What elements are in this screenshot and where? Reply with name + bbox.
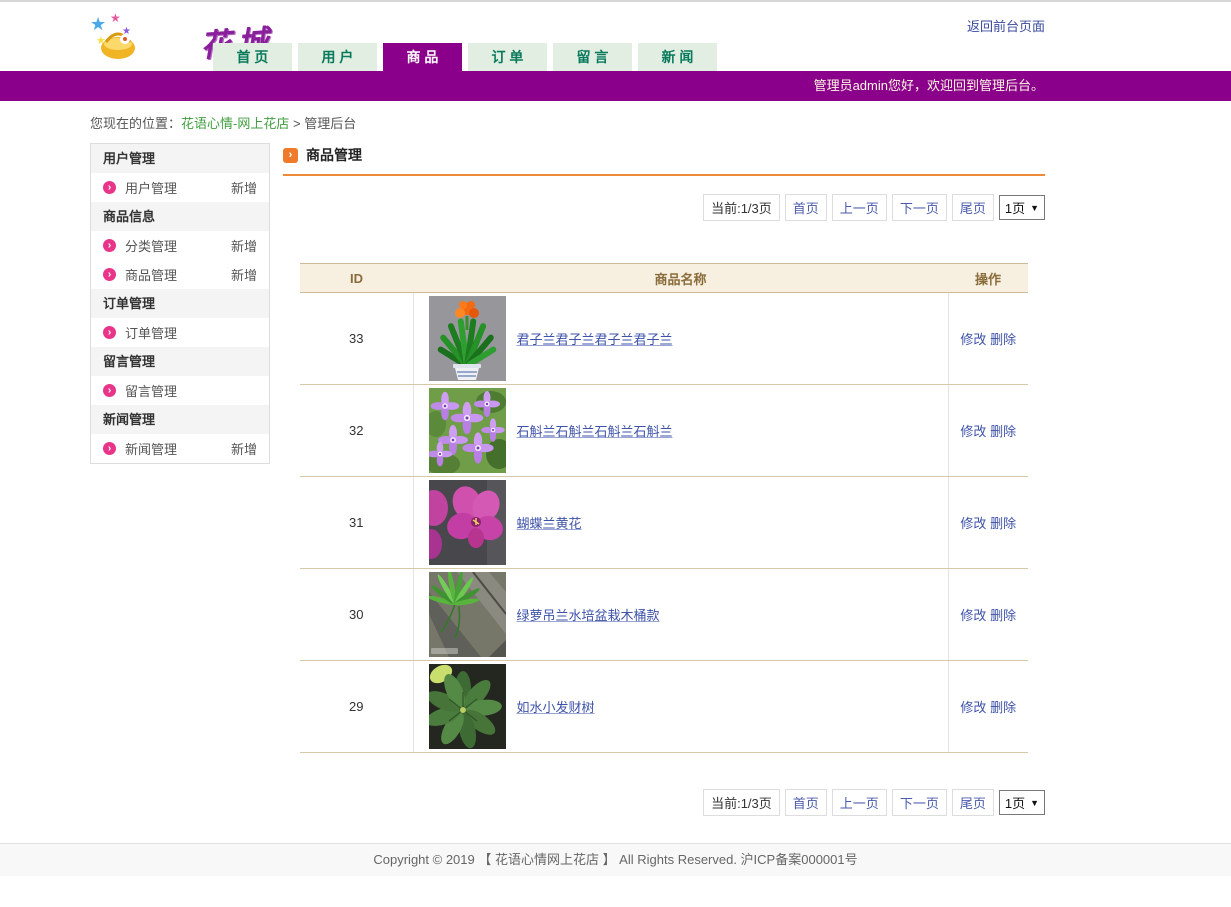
product-id: 29	[300, 661, 413, 753]
edit-link[interactable]: 修改	[960, 700, 986, 715]
product-image-schefflera[interactable]	[429, 664, 506, 749]
goods-table: ID 商品名称 操作 33	[300, 263, 1028, 753]
header: ★ ★ ★ ★ 花城 返回前台页面 首 页 用 户 商 品 订 单 留 言 新 …	[0, 2, 1231, 71]
breadcrumb-separator: >	[289, 116, 304, 131]
nav-tab-home[interactable]: 首 页	[213, 43, 292, 71]
add-news-link[interactable]: 新增	[231, 439, 257, 458]
nav-tab-orders[interactable]: 订 单	[468, 43, 547, 71]
sidebar-item-news-manage[interactable]: › 新闻管理 新增	[91, 434, 269, 463]
sidebar-item-message-manage[interactable]: › 留言管理	[91, 376, 269, 405]
nav-tab-goods[interactable]: 商 品	[383, 43, 462, 71]
table-row: 33	[300, 293, 1028, 385]
back-to-front-link[interactable]: 返回前台页面	[967, 16, 1045, 35]
sidebar: 用户管理 › 用户管理 新增 商品信息 › 分类管理 新增 › 商品管理 新增 …	[90, 143, 270, 464]
delete-link[interactable]: 删除	[990, 424, 1016, 439]
chevron-circle-icon: ›	[103, 326, 116, 339]
sidebar-group-goods: 商品信息	[91, 202, 269, 231]
svg-text:★: ★	[96, 35, 106, 47]
product-name-link[interactable]: 蝴蝶兰黄花	[517, 513, 582, 532]
flower-basket-logo-icon: ★ ★ ★ ★	[88, 8, 198, 67]
delete-link[interactable]: 删除	[990, 700, 1016, 715]
table-header-row: ID 商品名称 操作	[300, 264, 1028, 293]
add-goods-link[interactable]: 新增	[231, 265, 257, 284]
col-header-id: ID	[300, 264, 413, 293]
first-page-link[interactable]: 首页	[785, 789, 827, 816]
product-name-link[interactable]: 绿萝吊兰水培盆栽木桶款	[517, 605, 660, 624]
table-row: 31	[300, 477, 1028, 569]
admin-welcome-bar: 管理员admin您好，欢迎回到管理后台。	[0, 71, 1231, 101]
breadcrumb-prefix: 您现在的位置：	[90, 116, 181, 131]
footer-copyright: Copyright © 2019 【 花语心情网上花店 】 All Rights…	[0, 843, 1231, 876]
sidebar-group-orders: 订单管理	[91, 289, 269, 318]
main-nav: 首 页 用 户 商 品 订 单 留 言 新 闻	[213, 43, 717, 71]
pagination-top: 当前:1/3页 首页 上一页 下一页 尾页 1页 ▼	[283, 194, 1045, 221]
chevron-circle-icon: ›	[103, 442, 116, 455]
delete-link[interactable]: 删除	[990, 516, 1016, 531]
sidebar-item-user-manage[interactable]: › 用户管理 新增	[91, 173, 269, 202]
breadcrumb-current: 管理后台	[304, 116, 356, 131]
svg-text:★: ★	[90, 14, 106, 34]
product-id: 32	[300, 385, 413, 477]
sidebar-group-messages: 留言管理	[91, 347, 269, 376]
table-row: 29	[300, 661, 1028, 753]
nav-tab-news[interactable]: 新 闻	[638, 43, 717, 71]
prev-page-link[interactable]: 上一页	[832, 789, 887, 816]
edit-link[interactable]: 修改	[960, 424, 986, 439]
last-page-link[interactable]: 尾页	[952, 789, 994, 816]
sidebar-item-order-manage[interactable]: › 订单管理	[91, 318, 269, 347]
page-title: › 商品管理	[283, 143, 1045, 176]
delete-link[interactable]: 删除	[990, 332, 1016, 347]
next-page-link[interactable]: 下一页	[892, 194, 947, 221]
product-id: 30	[300, 569, 413, 661]
col-header-actions: 操作	[948, 264, 1028, 293]
first-page-link[interactable]: 首页	[785, 194, 827, 221]
page-select[interactable]: 1页 ▼	[999, 195, 1045, 220]
product-image-spider-plant[interactable]	[429, 572, 506, 657]
add-category-link[interactable]: 新增	[231, 236, 257, 255]
sidebar-group-news: 新闻管理	[91, 405, 269, 434]
delete-link[interactable]: 删除	[990, 608, 1016, 623]
chevron-circle-icon: ›	[103, 239, 116, 252]
nav-tab-users[interactable]: 用 户	[298, 43, 377, 71]
svg-text:★: ★	[110, 11, 121, 25]
chevron-circle-icon: ›	[103, 181, 116, 194]
last-page-link[interactable]: 尾页	[952, 194, 994, 221]
next-page-link[interactable]: 下一页	[892, 789, 947, 816]
breadcrumb: 您现在的位置：花语心情-网上花店 > 管理后台	[90, 113, 1231, 132]
page-select[interactable]: 1页 ▼	[999, 790, 1045, 815]
product-name-link[interactable]: 君子兰君子兰君子兰君子兰	[517, 329, 673, 348]
chevron-circle-icon: ›	[103, 268, 116, 281]
product-image-phalaenopsis[interactable]	[429, 480, 506, 565]
prev-page-link[interactable]: 上一页	[832, 194, 887, 221]
breadcrumb-site-link[interactable]: 花语心情-网上花店	[181, 116, 289, 131]
product-image-clivia[interactable]	[429, 296, 506, 381]
chevron-circle-icon: ›	[103, 384, 116, 397]
edit-link[interactable]: 修改	[960, 608, 986, 623]
sidebar-item-goods-manage[interactable]: › 商品管理 新增	[91, 260, 269, 289]
pagination-status: 当前:1/3页	[703, 789, 780, 816]
table-row: 32	[300, 385, 1028, 477]
product-name-link[interactable]: 如水小发财树	[517, 697, 595, 716]
product-name-link[interactable]: 石斛兰石斛兰石斛兰石斛兰	[517, 421, 673, 440]
main-content: › 商品管理 当前:1/3页 首页 上一页 下一页 尾页 1页 ▼ ID 商品名…	[283, 143, 1045, 816]
orange-arrow-icon: ›	[283, 148, 298, 163]
dropdown-arrow-icon: ▼	[1030, 203, 1039, 213]
pagination-status: 当前:1/3页	[703, 194, 780, 221]
dropdown-arrow-icon: ▼	[1030, 798, 1039, 808]
col-header-name: 商品名称	[413, 264, 948, 293]
product-image-dendrobium[interactable]	[429, 388, 506, 473]
sidebar-item-category-manage[interactable]: › 分类管理 新增	[91, 231, 269, 260]
pagination-bottom: 当前:1/3页 首页 上一页 下一页 尾页 1页 ▼	[283, 789, 1045, 816]
product-id: 33	[300, 293, 413, 385]
edit-link[interactable]: 修改	[960, 516, 986, 531]
sidebar-group-users: 用户管理	[91, 144, 269, 173]
edit-link[interactable]: 修改	[960, 332, 986, 347]
table-row: 30	[300, 569, 1028, 661]
nav-tab-messages[interactable]: 留 言	[553, 43, 632, 71]
product-id: 31	[300, 477, 413, 569]
add-user-link[interactable]: 新增	[231, 178, 257, 197]
